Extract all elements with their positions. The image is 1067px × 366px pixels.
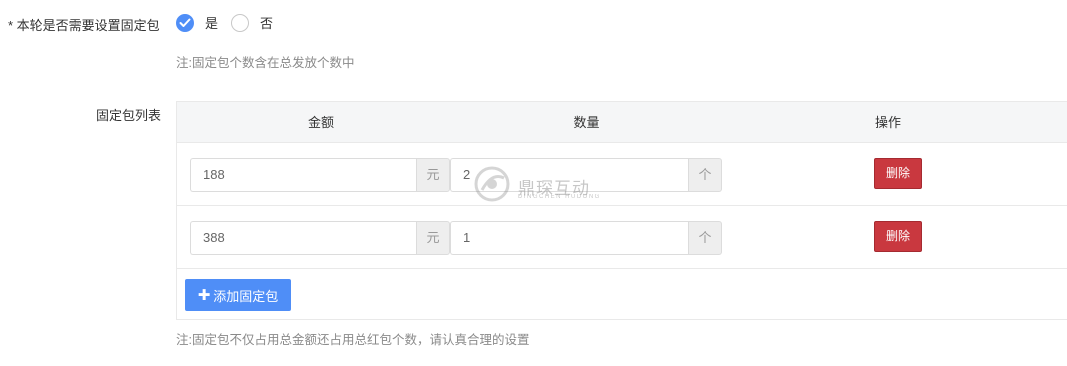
amount-input[interactable]: 388 xyxy=(190,221,416,255)
add-fixed-package-label: 添加固定包 xyxy=(213,288,279,304)
add-fixed-package-button[interactable]: ✚ 添加固定包 xyxy=(185,279,291,311)
plus-icon: ✚ xyxy=(197,286,211,304)
quantity-input[interactable]: 1 xyxy=(450,221,688,255)
quantity-input-group: 1 个 xyxy=(450,221,722,255)
check-icon xyxy=(179,18,191,27)
quantity-unit: 个 xyxy=(688,158,722,192)
delete-button[interactable]: 删除 xyxy=(874,221,922,252)
table-header: 金额 数量 操作 xyxy=(177,102,1067,143)
table-row: 188 元 2 个 删除 xyxy=(177,143,1067,206)
radio-no-label[interactable]: 否 xyxy=(260,15,273,33)
amount-input[interactable]: 188 xyxy=(190,158,416,192)
amount-input-group: 188 元 xyxy=(190,158,450,192)
watermark-subtext: DINGCHEN HUDONG xyxy=(518,194,601,200)
radio-yes[interactable] xyxy=(176,14,194,32)
table-row: 388 元 1 个 删除 xyxy=(177,206,1067,269)
fixed-package-warning-note: 注:固定包不仅占用总金额还占用总红包个数，请认真合理的设置 xyxy=(176,333,530,347)
amount-unit: 元 xyxy=(416,221,450,255)
quantity-unit: 个 xyxy=(688,221,722,255)
column-header-quantity: 数量 xyxy=(573,115,600,130)
radio-yes-label[interactable]: 是 xyxy=(205,15,218,33)
fixed-package-question-label: * 本轮是否需要设置固定包 xyxy=(8,18,160,33)
watermark-logo-icon xyxy=(472,164,512,207)
radio-no[interactable] xyxy=(231,14,249,32)
delete-button[interactable]: 删除 xyxy=(874,158,922,189)
fixed-package-count-note: 注:固定包个数含在总发放个数中 xyxy=(176,56,355,70)
fixed-package-list-label: 固定包列表 xyxy=(96,108,162,123)
amount-input-group: 388 元 xyxy=(190,221,450,255)
column-header-action: 操作 xyxy=(874,115,901,130)
column-header-amount: 金额 xyxy=(307,115,334,130)
amount-unit: 元 xyxy=(416,158,450,192)
fixed-package-table: 金额 数量 操作 188 元 2 个 删除 388 元 1 个 删除 ✚ 添加固… xyxy=(176,101,1067,320)
